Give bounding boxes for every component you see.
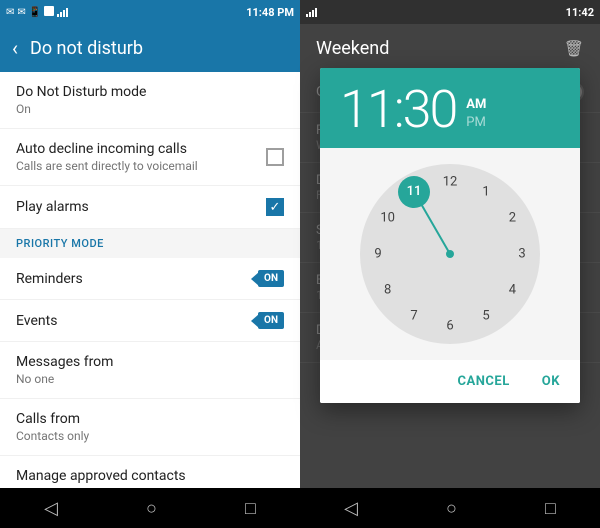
left-panel: ✉ ✉ 📱 11:48 PM ‹ Do not disturb Do Not D… — [0, 0, 300, 528]
status-time-left: 11:48 PM — [246, 6, 294, 19]
setting-dnd-mode[interactable]: Do Not Disturb mode On — [0, 72, 300, 129]
clock-number-10[interactable]: 10 — [380, 211, 395, 226]
dnd-mode-value: On — [16, 102, 284, 116]
status-bar-right: 11:42 — [300, 0, 600, 24]
events-toggle-container: ON — [251, 312, 284, 329]
reminders-label: Reminders — [16, 271, 251, 287]
setting-reminders[interactable]: Reminders ON — [0, 258, 300, 300]
priority-mode-header: PRIORITY MODE — [0, 229, 300, 258]
clock-header: 11:30 AM PM — [320, 68, 580, 148]
am-option[interactable]: AM — [466, 96, 486, 114]
clock-number-4[interactable]: 4 — [509, 283, 516, 298]
clock-number-7[interactable]: 7 — [410, 309, 417, 324]
cancel-button[interactable]: CANCEL — [450, 368, 518, 395]
clock-selected-hour: 11 — [398, 176, 430, 208]
recent-nav-right[interactable]: □ — [545, 498, 556, 519]
clock-number-1[interactable]: 1 — [482, 184, 489, 199]
clock-number-6[interactable]: 6 — [446, 319, 453, 334]
recent-nav-icon[interactable]: □ — [245, 498, 256, 519]
right-panel: 11:42 Weekend 🗑 Off Rule n Weeke... Days… — [300, 0, 600, 528]
back-nav-right[interactable]: ◁ — [344, 498, 358, 519]
clock-ampm: AM PM — [466, 96, 486, 132]
setting-messages-from[interactable]: Messages from No one — [0, 342, 300, 399]
ok-button[interactable]: OK — [534, 368, 568, 395]
reminders-toggle[interactable]: ON — [258, 270, 284, 287]
setting-auto-decline[interactable]: Auto decline incoming calls Calls are se… — [0, 129, 300, 186]
auto-decline-sublabel: Calls are sent directly to voicemail — [16, 159, 266, 173]
setting-manage-approved[interactable]: Manage approved contacts — [0, 456, 300, 488]
messages-from-value: No one — [16, 372, 284, 386]
setting-calls-from[interactable]: Calls from Contacts only — [0, 399, 300, 456]
trash-button[interactable]: 🗑 — [564, 39, 584, 58]
clock-number-12[interactable]: 12 — [443, 175, 458, 190]
status-time-right: 11:42 — [566, 6, 594, 19]
checkmark-icon: ✓ — [270, 201, 281, 214]
mail-icon: ✉ — [17, 7, 25, 18]
calls-from-value: Contacts only — [16, 429, 284, 443]
messages-from-label: Messages from — [16, 354, 284, 370]
setting-events[interactable]: Events ON — [0, 300, 300, 342]
clock-number-5[interactable]: 5 — [482, 309, 489, 324]
status-icons-left: ✉ ✉ 📱 — [6, 6, 68, 19]
home-nav-right[interactable]: ○ — [446, 498, 457, 519]
setting-play-alarms[interactable]: Play alarms ✓ — [0, 186, 300, 229]
settings-list: Do Not Disturb mode On Auto decline inco… — [0, 72, 300, 488]
home-nav-icon[interactable]: ○ — [146, 498, 157, 519]
clock-time-display: 11:30 — [340, 84, 456, 136]
status-bar-left: ✉ ✉ 📱 11:48 PM — [0, 0, 300, 24]
nav-bar-right: ◁ ○ □ — [300, 488, 600, 528]
msg-icon: ✉ — [6, 7, 14, 18]
status-icons-right — [306, 7, 317, 17]
events-label: Events — [16, 313, 251, 329]
weekend-title: Weekend — [316, 38, 389, 59]
right-signal-icon — [306, 7, 317, 17]
back-button[interactable]: ‹ — [12, 36, 18, 60]
reminders-toggle-container: ON — [251, 270, 284, 287]
phone-icon: 📱 — [29, 7, 41, 18]
clock-number-8[interactable]: 8 — [384, 283, 391, 298]
clock-dialog: 11:30 AM PM 121234567891011 CANCEL OK — [320, 68, 580, 403]
clock-number-9[interactable]: 9 — [374, 247, 381, 262]
clock-number-3[interactable]: 3 — [518, 247, 525, 262]
clock-face-container: 121234567891011 — [320, 148, 580, 360]
clock-face[interactable]: 121234567891011 — [360, 164, 540, 344]
play-alarms-label: Play alarms — [16, 199, 266, 215]
calls-from-label: Calls from — [16, 411, 284, 427]
auto-decline-label: Auto decline incoming calls — [16, 141, 266, 157]
play-alarms-checkbox[interactable]: ✓ — [266, 198, 284, 216]
toolbar-title: Do not disturb — [30, 38, 143, 59]
dialog-actions: CANCEL OK — [320, 360, 580, 403]
pm-option[interactable]: PM — [466, 114, 486, 132]
nav-bar-left: ◁ ○ □ — [0, 488, 300, 528]
clock-center-dot — [446, 250, 454, 258]
signal-icon — [57, 7, 68, 17]
auto-decline-checkbox[interactable] — [266, 148, 284, 166]
weekend-toolbar: Weekend 🗑 — [300, 24, 600, 72]
manage-approved-label: Manage approved contacts — [16, 468, 284, 484]
dnd-mode-label: Do Not Disturb mode — [16, 84, 284, 100]
back-nav-icon[interactable]: ◁ — [44, 498, 58, 519]
events-toggle[interactable]: ON — [258, 312, 284, 329]
toolbar-left: ‹ Do not disturb — [0, 24, 300, 72]
clock-number-2[interactable]: 2 — [509, 211, 516, 226]
sim-icon — [44, 6, 54, 19]
